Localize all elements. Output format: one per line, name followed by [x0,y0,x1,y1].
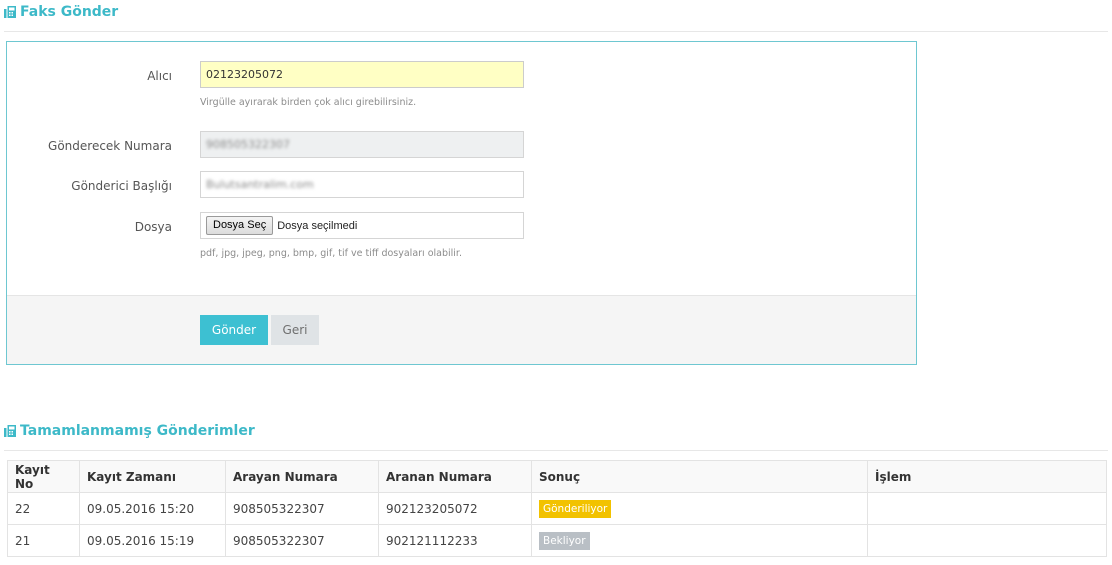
cell-record-no: 22 [7,492,80,525]
pending-table: Kayıt No Kayıt Zamanı Arayan Numara Aran… [7,460,1107,557]
cell-callee: 902123205072 [378,492,532,525]
cell-callee: 902121112233 [378,524,532,557]
sender-header-label: Gönderici Başlığı [71,179,172,193]
table-header-row: Kayıt No Kayıt Zamanı Arayan Numara Aran… [7,460,1107,493]
file-status: Dosya seçilmedi [277,219,358,232]
cell-result: Gönderiliyor [531,492,868,525]
file-input[interactable]: Dosya Seç Dosya seçilmedi [200,212,524,239]
fax-form: Alıcı 02123205072 Virgülle ayırarak bird… [6,41,917,365]
cell-time: 09.05.2016 15:20 [79,492,226,525]
column-header-record-no[interactable]: Kayıt No [7,460,80,493]
column-header-caller[interactable]: Arayan Numara [225,460,379,493]
column-header-action[interactable]: İşlem [867,460,1107,493]
column-header-callee[interactable]: Aranan Numara [378,460,532,493]
cell-action [867,492,1107,525]
table-row: 22 09.05.2016 15:20 908505322307 9021232… [7,492,1107,525]
file-choose-button[interactable]: Dosya Seç [206,216,274,235]
pending-title: Tamamlanmamış Gönderimler [20,423,255,439]
recipient-help: Virgülle ayırarak birden çok alıcı gireb… [200,97,417,108]
file-label: Dosya [134,220,172,234]
status-badge: Bekliyor [539,531,590,550]
divider [4,31,1108,32]
sender-number-field: 908505322307 [200,131,524,158]
file-help: pdf, jpg, jpeg, png, bmp, gif, tif ve ti… [200,248,462,259]
recipient-value: 02123205072 [206,68,283,81]
sender-number-value: 908505322307 [206,138,290,151]
page-title: Faks Gönder [20,4,119,20]
fax-icon [4,6,16,18]
pending-section-title: Tamamlanmamış Gönderimler [4,423,255,439]
fax-icon [4,425,16,437]
sender-number-label: Gönderecek Numara [48,139,172,153]
cell-result: Bekliyor [531,524,868,557]
send-button[interactable]: Gönder [200,315,268,345]
sender-header-value: Bulutsantralim.com [206,178,314,191]
cell-caller: 908505322307 [225,492,379,525]
fax-section-title: Faks Gönder [4,4,118,20]
column-header-time[interactable]: Kayıt Zamanı [79,460,226,493]
form-actions: Gönder Geri [7,295,916,364]
cell-caller: 908505322307 [225,524,379,557]
back-button[interactable]: Geri [271,315,319,345]
sender-header-input[interactable]: Bulutsantralim.com [200,171,524,198]
recipient-input[interactable]: 02123205072 [200,61,524,88]
table-row: 21 09.05.2016 15:19 908505322307 9021211… [7,524,1107,557]
column-header-result[interactable]: Sonuç [531,460,868,493]
cell-time: 09.05.2016 15:19 [79,524,226,557]
cell-record-no: 21 [7,524,80,557]
recipient-label: Alıcı [147,69,172,83]
divider [4,450,1108,451]
status-badge: Gönderiliyor [539,499,612,518]
cell-action [867,524,1107,557]
